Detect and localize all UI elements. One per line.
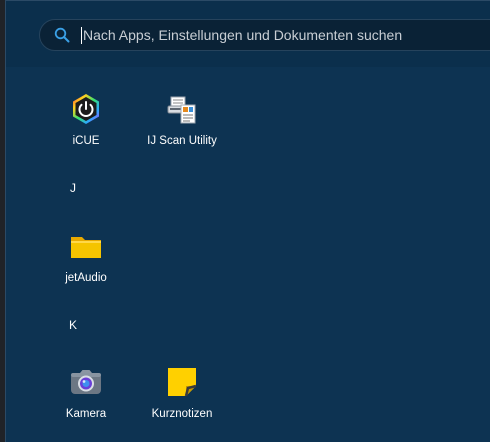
search-icon: [54, 27, 70, 43]
app-tile-ij-scan-utility[interactable]: IJ Scan Utility: [142, 83, 222, 153]
app-tile-jetaudio[interactable]: jetAudio: [46, 220, 126, 290]
search-box[interactable]: [39, 19, 490, 51]
group-header-j[interactable]: J: [70, 181, 76, 195]
app-tile-icue[interactable]: iCUE: [46, 83, 126, 153]
text-cursor: [81, 27, 82, 44]
icue-icon: [70, 93, 102, 125]
start-menu-all-apps: iCUE IJ Scan Utility J: [5, 0, 490, 442]
group-header-k[interactable]: K: [69, 318, 77, 332]
sticky-notes-icon: [166, 366, 198, 398]
app-label: jetAudio: [65, 272, 107, 284]
app-tile-kurznotizen[interactable]: Kurznotizen: [142, 356, 222, 426]
camera-icon: [70, 366, 102, 398]
search-area: [6, 1, 490, 67]
app-label: Kurznotizen: [151, 408, 213, 420]
app-label: IJ Scan Utility: [147, 135, 217, 147]
scanner-icon: [166, 93, 198, 125]
folder-icon: [70, 230, 102, 262]
search-input[interactable]: [83, 26, 483, 44]
app-tile-kamera[interactable]: Kamera: [46, 356, 126, 426]
